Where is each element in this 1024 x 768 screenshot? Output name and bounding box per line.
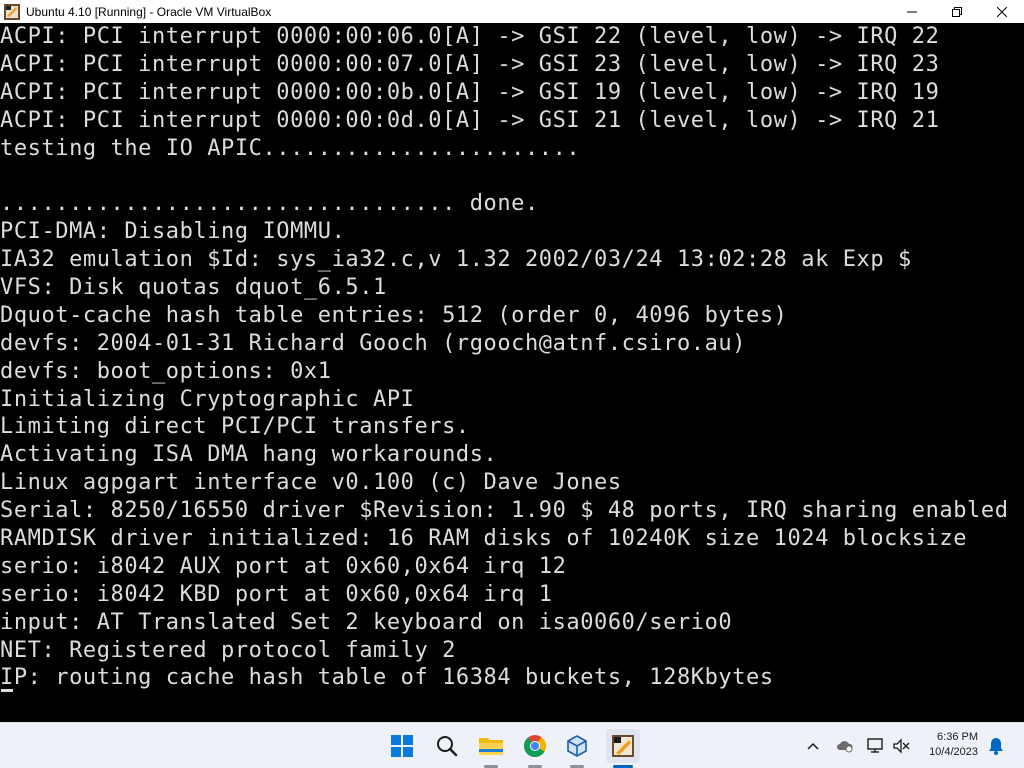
console-line: devfs: boot_options: 0x1: [0, 358, 332, 384]
console-line: ................................. done.: [0, 191, 539, 217]
start-button-icon: [391, 735, 413, 757]
title-bar[interactable]: Ubuntu 4.10 [Running] - Oracle VM Virtua…: [0, 0, 1024, 23]
console-line: ACPI: PCI interrupt 0000:00:0d.0[A] -> G…: [0, 107, 940, 133]
network-icon: [867, 738, 883, 753]
restore-button[interactable]: [934, 0, 979, 23]
window-controls: [889, 0, 1024, 23]
chrome-icon: [524, 735, 547, 757]
taskbar: 6:36 PM 10/4/2023: [0, 722, 1024, 768]
close-button[interactable]: [979, 0, 1024, 23]
console-line: testing the IO APIC.....................…: [0, 135, 581, 161]
virtualbox-manager-button[interactable]: [560, 729, 594, 763]
chrome-button[interactable]: [518, 729, 552, 763]
volume-tray-button[interactable]: [891, 736, 911, 756]
clock-date: 10/4/2023: [929, 746, 978, 758]
virtualbox-vm-button[interactable]: [606, 729, 640, 763]
volume-muted-icon: [893, 738, 910, 754]
console-line: RAMDISK driver initialized: 16 RAM disks…: [0, 526, 968, 552]
console-line: Dquot-cache hash table entries: 512 (ord…: [0, 302, 788, 328]
taskbar-clock[interactable]: 6:36 PM 10/4/2023: [918, 730, 978, 760]
network-tray-button[interactable]: [866, 736, 886, 756]
chevron-up-icon: [807, 742, 819, 750]
console-line: serio: i8042 KBD port at 0x60,0x64 irq 1: [0, 581, 553, 607]
console-line: IA32 emulation $Id: sys_ia32.c,v 1.32 20…: [0, 247, 912, 273]
text-cursor: [1, 689, 13, 692]
console-line: ACPI: PCI interrupt 0000:00:06.0[A] -> G…: [0, 24, 940, 49]
console-line: NET: Registered protocol family 2: [0, 637, 456, 663]
console-line: Serial: 8250/16550 driver $Revision: 1.9…: [0, 498, 1009, 524]
clock-time: 6:36 PM: [937, 731, 978, 743]
console-line: serio: i8042 AUX port at 0x60,0x64 irq 1…: [0, 553, 567, 579]
file-explorer-icon: [479, 738, 503, 755]
console-line: Linux agpgart interface v0.100 (c) Dave …: [0, 470, 622, 496]
notification-bell-icon: [989, 738, 1003, 755]
console-line: input: AT Translated Set 2 keyboard on i…: [0, 609, 733, 635]
search-button[interactable]: [430, 729, 464, 763]
virtualbox-window: Ubuntu 4.10 [Running] - Oracle VM Virtua…: [0, 0, 1024, 722]
notifications-button[interactable]: [986, 736, 1006, 756]
console-line: VFS: Disk quotas dquot_6.5.1: [0, 275, 387, 301]
virtualbox-icon: [567, 735, 587, 757]
start-button[interactable]: [385, 729, 419, 763]
vm-console-screen[interactable]: ACPI: PCI interrupt 0000:00:06.0[A] -> G…: [0, 23, 1024, 722]
console-line: IP: routing cache hash table of 16384 bu…: [0, 665, 774, 691]
console-line: devfs: 2004-01-31 Richard Gooch (rgooch@…: [0, 330, 747, 356]
window-title: Ubuntu 4.10 [Running] - Oracle VM Virtua…: [26, 4, 272, 19]
virtualbox-vm-icon: [612, 735, 634, 757]
restore-icon: [951, 6, 962, 17]
onedrive-tray-button[interactable]: [835, 736, 855, 756]
console-line: Initializing Cryptographic API: [0, 386, 415, 412]
console-line: ACPI: PCI interrupt 0000:00:0b.0[A] -> G…: [0, 79, 940, 105]
search-icon: [437, 736, 458, 757]
onedrive-icon: [837, 741, 853, 753]
virtualbox-app-icon: [4, 3, 20, 20]
console-line: PCI-DMA: Disabling IOMMU.: [0, 219, 346, 245]
show-hidden-icons-button[interactable]: [803, 736, 823, 756]
file-explorer-button[interactable]: [474, 729, 508, 763]
console-line: Limiting direct PCI/PCI transfers.: [0, 414, 470, 440]
close-icon: [996, 6, 1007, 17]
minimize-button[interactable]: [889, 0, 934, 23]
console-line: Activating ISA DMA hang workarounds.: [0, 442, 498, 468]
minimize-icon: [906, 11, 917, 12]
console-line: ACPI: PCI interrupt 0000:00:07.0[A] -> G…: [0, 51, 940, 77]
